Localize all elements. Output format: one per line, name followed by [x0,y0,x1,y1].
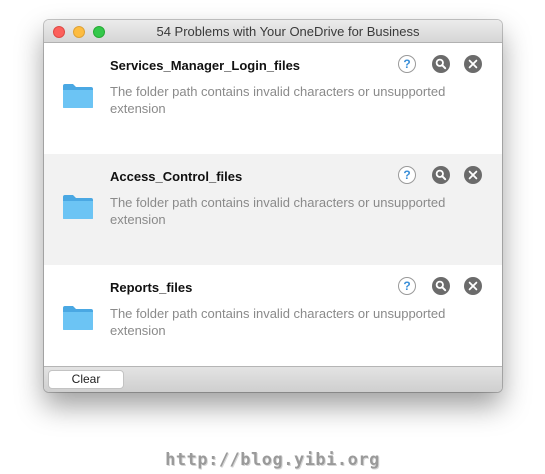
problem-item-message: The folder path contains invalid charact… [110,84,446,116]
watermark-text: http://blog.yibi.org [165,450,380,470]
help-icon[interactable]: ? [398,277,416,295]
footer-bar: Clear [44,366,502,392]
problem-item-message: The folder path contains invalid charact… [110,306,446,338]
title-bar: 54 Problems with Your OneDrive for Busin… [44,20,502,43]
problem-item-actions: ? [398,55,488,75]
magnifier-icon[interactable] [432,166,450,184]
folder-icon [63,306,93,330]
close-circle-icon[interactable] [464,277,482,295]
help-icon[interactable]: ? [398,55,416,73]
problems-window: 54 Problems with Your OneDrive for Busin… [44,20,502,392]
problem-list: Services_Manager_Login_files The folder … [44,43,502,376]
problem-item-message: The folder path contains invalid charact… [110,195,446,227]
problem-row: Reports_files The folder path contains i… [44,265,502,376]
problem-item-name: Reports_files [110,280,193,295]
problem-row: Access_Control_files The folder path con… [44,154,502,265]
close-circle-icon[interactable] [464,166,482,184]
close-circle-icon[interactable] [464,55,482,73]
clear-button[interactable]: Clear [48,370,124,389]
help-icon[interactable]: ? [398,166,416,184]
problem-item-actions: ? [398,277,488,297]
magnifier-icon[interactable] [432,55,450,73]
magnifier-icon[interactable] [432,277,450,295]
problem-row: Services_Manager_Login_files The folder … [44,43,502,154]
problem-item-name: Services_Manager_Login_files [110,58,301,73]
window-title: 54 Problems with Your OneDrive for Busin… [156,24,420,39]
folder-icon [63,84,93,108]
folder-icon [63,195,93,219]
problem-item-actions: ? [398,166,488,186]
problem-item-name: Access_Control_files [110,169,243,184]
